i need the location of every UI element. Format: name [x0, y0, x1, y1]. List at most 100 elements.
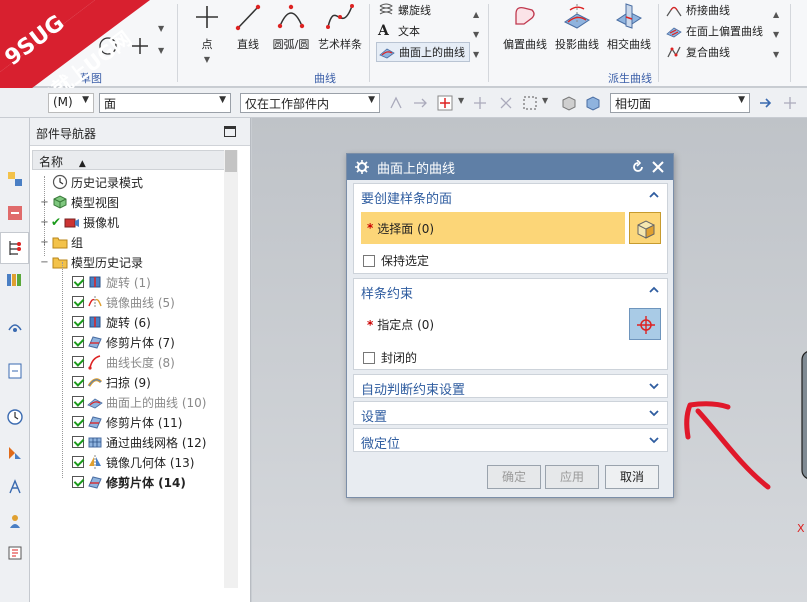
section-header-select-face[interactable]: 要创建样条的面 [354, 184, 667, 208]
reset-icon[interactable] [631, 160, 645, 174]
offset-in-face-button[interactable]: 在面上偏置曲线 [666, 21, 763, 41]
studio-spline-button[interactable]: 艺术样条 [316, 2, 364, 52]
intersection-curve-button[interactable]: 相交曲线 [604, 2, 654, 52]
point-icon [196, 6, 218, 28]
point-button[interactable]: 点 ▼ [190, 2, 224, 65]
ok-button[interactable]: 确定 [487, 465, 541, 489]
closed-row[interactable]: 封闭的 [363, 349, 417, 366]
filter-prefix-combo[interactable]: (M) ▼ [48, 93, 94, 113]
solid-filter-icon[interactable] [584, 94, 602, 112]
chevron-down-icon [649, 410, 659, 417]
clock-icon[interactable] [6, 408, 24, 426]
gear-icon[interactable] [355, 160, 369, 174]
face-rule-combo[interactable]: 相切面 ▼ [610, 93, 750, 113]
spline-icon [326, 4, 354, 29]
type-filter-combo[interactable]: 面 ▼ [99, 93, 231, 113]
tree-row[interactable]: + 模型视图 [32, 192, 238, 212]
closed-checkbox[interactable] [363, 351, 375, 364]
tree-row-label: 扫掠 (9) [106, 375, 151, 390]
tree-row-label: 镜像曲线 (5) [106, 295, 175, 310]
offset-curve-button[interactable]: 偏置曲线 [500, 2, 550, 52]
composite-curve-button[interactable]: 复合曲线 [666, 42, 730, 62]
palette-icon[interactable] [6, 544, 24, 562]
feature-visibility-checkbox[interactable] [72, 456, 84, 468]
dialog-title-bar[interactable]: 曲面上的曲线 [347, 154, 673, 180]
required-marker: * [367, 317, 374, 332]
constraint-navigator-icon[interactable] [6, 204, 24, 222]
select-face-row[interactable]: * 选择面 (0) [361, 212, 625, 244]
feature-visibility-checkbox[interactable] [72, 336, 84, 348]
select-face-button[interactable] [629, 212, 661, 244]
feature-visibility-checkbox[interactable] [72, 416, 84, 428]
keep-selected-label: 保持选定 [381, 254, 430, 268]
section-title-select-face: 要创建样条的面 [361, 192, 453, 207]
rectangle-select-dropdown[interactable]: ▼ [542, 96, 548, 105]
web-browser-icon[interactable] [6, 316, 24, 334]
text-button[interactable]: A 文本 [378, 21, 420, 41]
derived-gallery-up[interactable]: ▲ [773, 4, 779, 24]
tree-row-label: 修剪片体 (7) [106, 335, 175, 350]
bridge-curve-button[interactable]: 桥接曲线 [666, 0, 730, 20]
point-snap-icon[interactable] [472, 95, 488, 111]
apply-button[interactable]: 应用 [545, 465, 599, 489]
process-studio-icon[interactable] [6, 444, 24, 462]
ribbon-separator [790, 4, 791, 82]
derived-gallery-down[interactable]: ▼ [773, 24, 779, 44]
deselect-icon[interactable] [498, 95, 514, 111]
role-icon[interactable] [6, 478, 24, 496]
scrollbar-thumb[interactable] [225, 150, 237, 172]
section-header-spline-constraints[interactable]: 样条约束 [354, 279, 667, 303]
arc-circle-button[interactable]: 圆弧/圆 [270, 2, 312, 52]
tree-row-label: 通过曲线网格 (12) [106, 435, 207, 450]
curve-on-surface-button[interactable]: 曲面上的曲线 [376, 42, 470, 62]
derived-gallery-more[interactable]: ▼ [773, 44, 779, 64]
arrow-right-icon[interactable] [758, 95, 774, 111]
cancel-button[interactable]: 取消 [605, 465, 659, 489]
feature-visibility-checkbox[interactable] [72, 356, 84, 368]
select-intent-icon[interactable] [436, 94, 454, 112]
keep-selected-checkbox[interactable] [363, 254, 375, 267]
curve-gallery-up[interactable]: ▲ [473, 4, 479, 24]
history-icon[interactable] [6, 362, 24, 380]
feature-visibility-checkbox[interactable] [72, 396, 84, 408]
link-icon[interactable] [412, 95, 428, 111]
snap-icon[interactable] [388, 95, 404, 111]
body-filter-icon[interactable] [560, 94, 578, 112]
keep-selected-row[interactable]: 保持选定 [363, 252, 429, 269]
reuse-library-icon[interactable] [6, 270, 24, 288]
point-dropdown[interactable]: ▼ [204, 55, 210, 64]
maximize-icon[interactable] [224, 126, 236, 137]
rectangle-select-icon[interactable] [522, 95, 538, 111]
section-title-settings: 设置 [361, 410, 388, 425]
snap-options-icon[interactable] [782, 95, 798, 111]
part-navigator-tab[interactable] [0, 232, 29, 264]
feature-visibility-checkbox[interactable] [72, 316, 84, 328]
expand-toggle[interactable]: − [40, 257, 49, 268]
tree-row[interactable]: 历史记录模式 [32, 172, 238, 192]
feature-visibility-checkbox[interactable] [72, 276, 84, 288]
feature-visibility-checkbox[interactable] [72, 436, 84, 448]
assembly-navigator-icon[interactable] [6, 170, 24, 188]
close-icon[interactable] [651, 160, 665, 174]
curve-gallery-down[interactable]: ▼ [473, 24, 479, 44]
feature-visibility-checkbox[interactable] [72, 296, 84, 308]
feature-visibility-checkbox[interactable] [72, 376, 84, 388]
helix-button[interactable]: 螺旋线 [378, 0, 431, 20]
section-fine-positioning[interactable]: 微定位 [353, 428, 668, 452]
feature-visibility-checkbox[interactable] [72, 476, 84, 488]
specify-point-row[interactable]: * 指定点 (0) [367, 316, 434, 333]
select-intent-dropdown[interactable]: ▼ [458, 96, 464, 105]
curve-gallery-more[interactable]: ▼ [473, 44, 479, 64]
selection-scope-combo[interactable]: 仅在工作部件内 ▼ [240, 93, 380, 113]
system-scene-icon[interactable] [6, 512, 24, 530]
axis-x-icon: X [797, 522, 805, 535]
project-curve-button[interactable]: 投影曲线 [552, 2, 602, 52]
column-header-name[interactable]: 名称 ▲ [32, 150, 238, 170]
point-dialog-button[interactable] [629, 308, 661, 340]
text-label: 文本 [398, 25, 420, 38]
line-button[interactable]: 直线 [230, 2, 266, 52]
tree-row[interactable]: + ✔ 摄像机 [32, 212, 238, 232]
section-inferred-constraint-settings[interactable]: 自动判断约束设置 [353, 374, 668, 398]
section-settings[interactable]: 设置 [353, 401, 668, 425]
tree-row[interactable]: + 组 [32, 232, 238, 252]
